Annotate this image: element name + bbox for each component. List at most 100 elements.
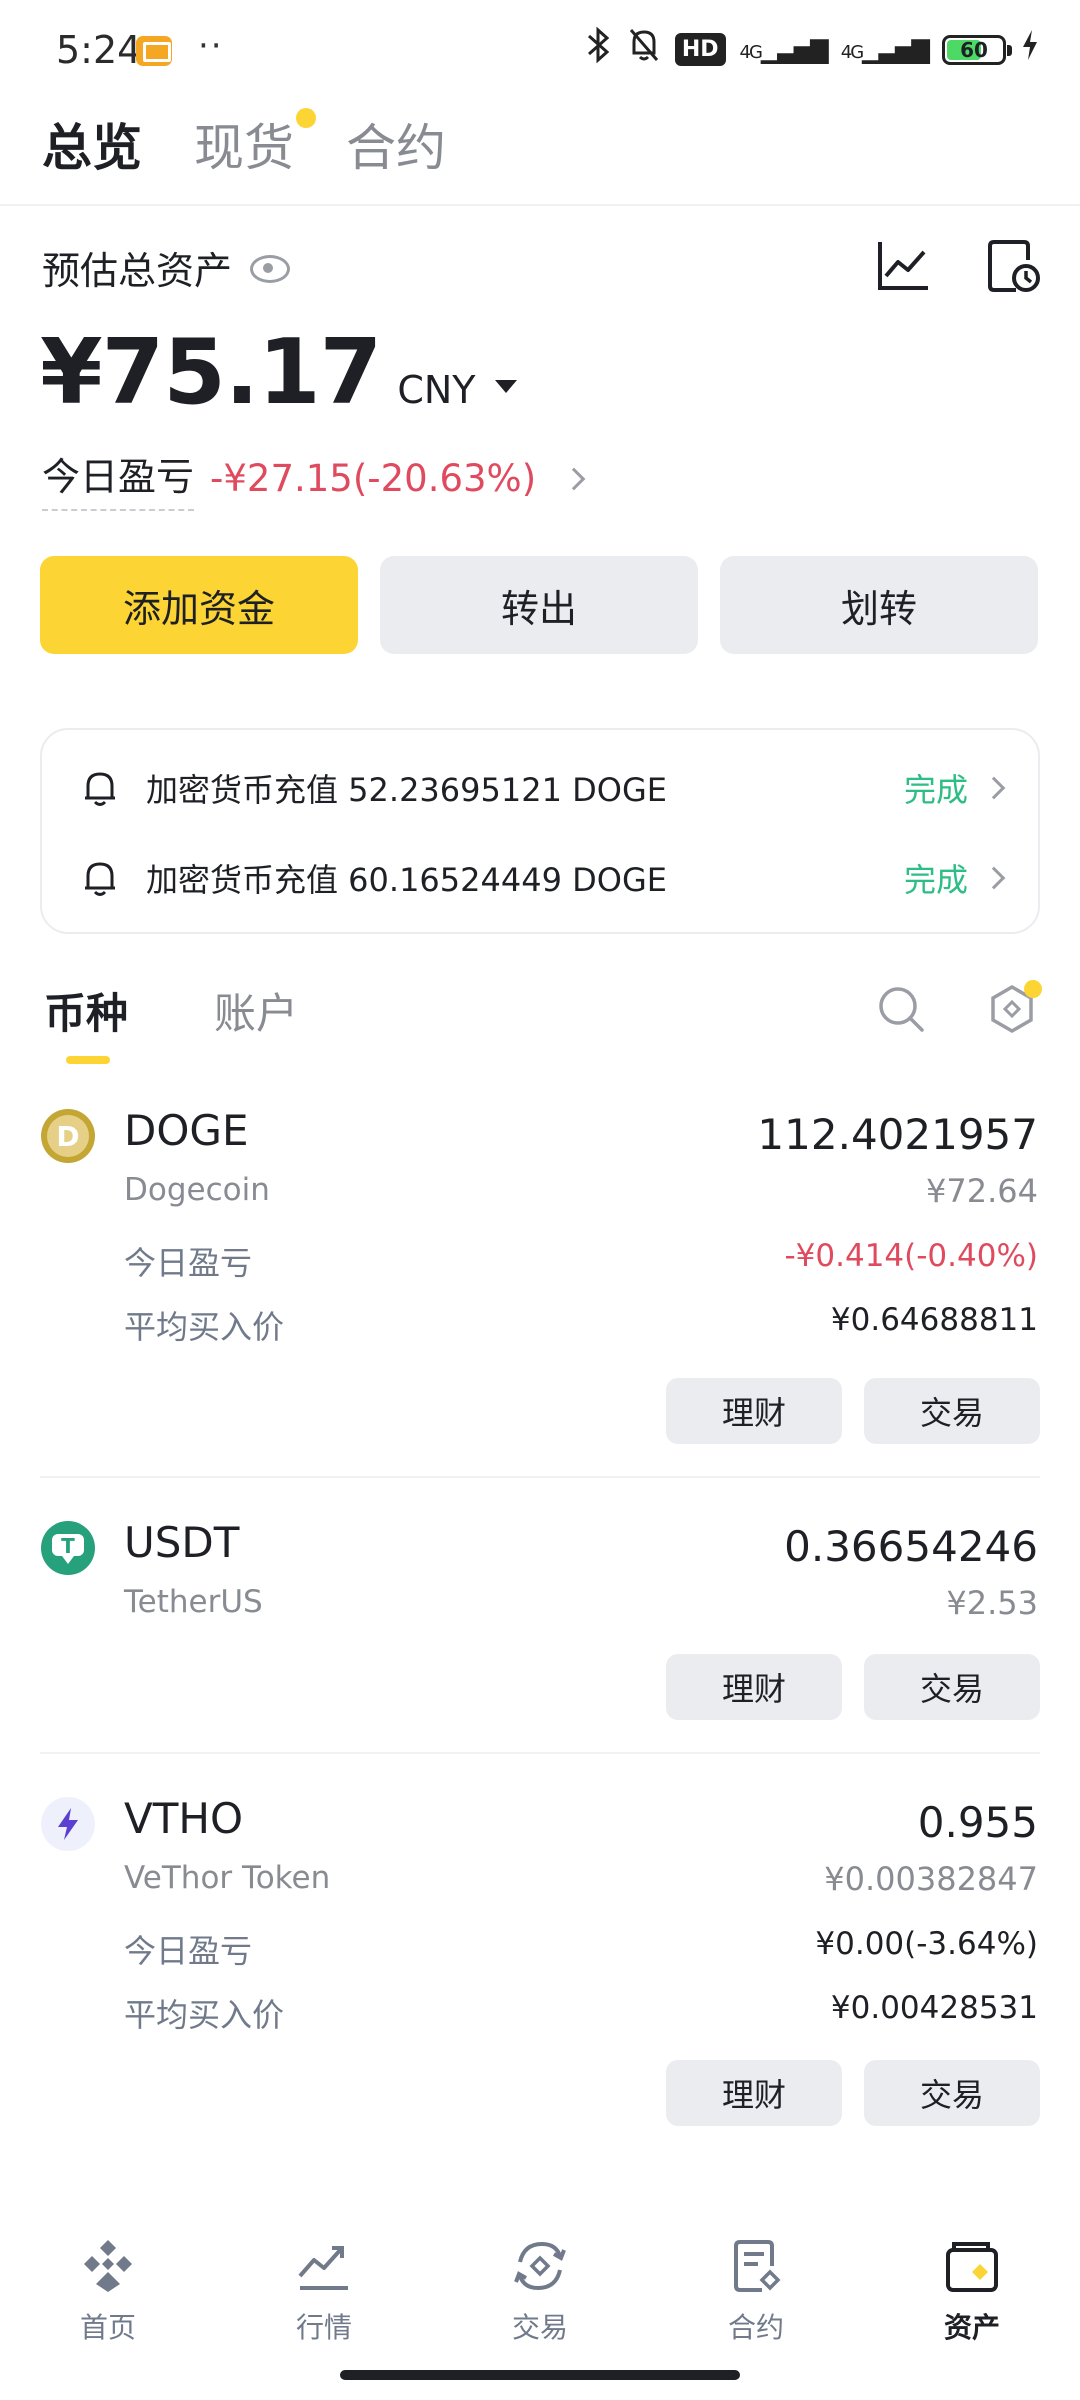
- notice-text: 加密货币充值 60.16524449 DOGE: [146, 861, 667, 899]
- chevron-right-icon: [562, 467, 586, 490]
- bell-icon: [85, 862, 115, 896]
- tab-spot-label: 现货: [194, 119, 294, 177]
- avg-price-value: ¥0.64688811: [830, 1302, 1038, 1338]
- bell-icon: [85, 772, 115, 806]
- add-funds-button[interactable]: 添加资金: [40, 556, 358, 654]
- estimated-total-label: 预估总资产: [42, 249, 233, 293]
- usdt-logo-icon: T: [41, 1521, 95, 1575]
- trade-button[interactable]: 交易: [864, 1654, 1040, 1720]
- nav-trade-label: 交易: [511, 2311, 568, 2344]
- today-pnl[interactable]: 今日盈亏 -¥27.15(-20.63%): [42, 446, 586, 511]
- coin-symbol: USDT: [124, 1518, 240, 1567]
- wallet-icon: [946, 2242, 998, 2292]
- charging-icon: [1020, 28, 1040, 71]
- currency-label: CNY: [397, 368, 476, 412]
- chart-analysis-icon[interactable]: [874, 236, 934, 296]
- tab-accounts[interactable]: 账户: [214, 980, 298, 1041]
- avg-price-value: ¥0.00428531: [830, 1990, 1038, 2026]
- search-icon[interactable]: [876, 984, 926, 1034]
- signal-icon-1: 4G▁▃▅▇: [739, 35, 829, 64]
- earn-button[interactable]: 理财: [666, 1378, 842, 1444]
- coin-name: VeThor Token: [124, 1860, 331, 1896]
- header-divider: [0, 204, 1080, 206]
- transfer-button[interactable]: 划转: [720, 556, 1038, 654]
- action-buttons: 添加资金 转出 划转: [40, 556, 1038, 654]
- coin-value: ¥0.00382847: [824, 1860, 1038, 1898]
- today-pnl-value: -¥27.15(-20.63%): [210, 457, 537, 500]
- svg-text:D: D: [56, 1120, 79, 1153]
- today-pnl-label: 今日盈亏: [124, 1244, 253, 1282]
- mail-notification-icon: [136, 36, 172, 66]
- notice-item[interactable]: 加密货币充值 52.23695121 DOGE 完成: [82, 758, 1006, 818]
- markets-icon: [298, 2246, 348, 2290]
- svg-text:T: T: [61, 1534, 75, 1558]
- futures-icon: [734, 2240, 781, 2292]
- top-tabs: 总览 现货 合约: [42, 108, 446, 180]
- bluetooth-icon: [585, 26, 613, 73]
- eye-icon[interactable]: [250, 254, 291, 283]
- settings-badge: [1024, 980, 1042, 998]
- withdraw-button[interactable]: 转出: [380, 556, 698, 654]
- row-divider: [40, 1476, 1040, 1478]
- row-divider: [40, 1752, 1040, 1754]
- home-icon: [84, 2240, 132, 2292]
- coin-amount: 112.4021957: [757, 1110, 1038, 1159]
- coin-symbol: VTHO: [124, 1794, 244, 1843]
- caret-down-icon[interactable]: [495, 380, 518, 393]
- more-notifications-icon: ··: [198, 26, 224, 66]
- nav-home[interactable]: 首页: [28, 2236, 188, 2366]
- today-pnl-value: ¥0.00(-3.64%): [815, 1926, 1038, 1962]
- coin-symbol: DOGE: [124, 1106, 249, 1155]
- today-pnl-label: 今日盈亏: [42, 446, 195, 511]
- avg-price-label: 平均买入价: [124, 1308, 285, 1346]
- hd-voice-icon: HD: [674, 33, 726, 66]
- battery-icon: 60: [942, 34, 1012, 65]
- coin-amount: 0.955: [917, 1798, 1038, 1847]
- avg-price-label: 平均买入价: [124, 1996, 285, 2034]
- history-icon[interactable]: [984, 236, 1044, 296]
- notice-text: 加密货币充值 52.23695121 DOGE: [146, 771, 667, 809]
- coin-value: ¥72.64: [926, 1172, 1038, 1210]
- currency-selector[interactable]: CNY: [397, 368, 475, 412]
- notice-status: 完成: [903, 861, 968, 899]
- tab-futures[interactable]: 合约: [346, 108, 446, 180]
- balance-amount: ¥75.17: [40, 320, 382, 425]
- home-indicator[interactable]: [340, 2370, 740, 2380]
- trade-button[interactable]: 交易: [864, 1378, 1040, 1444]
- trade-button[interactable]: 交易: [864, 2060, 1040, 2126]
- status-bar: 5:24 ·· HD 4G▁▃▅▇ 4G▁▃▅▇ 60: [0, 0, 1080, 100]
- chevron-right-icon: [982, 776, 1006, 800]
- nav-futures-label: 合约: [727, 2311, 784, 2344]
- doge-logo-icon: D: [41, 1109, 95, 1163]
- nav-home-label: 首页: [79, 2311, 136, 2344]
- nav-assets[interactable]: 资产: [892, 2236, 1052, 2366]
- tab-coins[interactable]: 币种: [44, 980, 128, 1064]
- status-time: 5:24: [56, 28, 142, 72]
- total-balance: ¥75.17 CNY: [40, 320, 518, 425]
- nav-markets[interactable]: 行情: [244, 2236, 404, 2366]
- vtho-logo-icon: [41, 1797, 95, 1851]
- today-pnl-value: -¥0.414(-0.40%): [784, 1238, 1038, 1274]
- tab-spot[interactable]: 现货: [194, 108, 316, 180]
- today-pnl-label: 今日盈亏: [124, 1932, 253, 1970]
- signal-icon-2: 4G▁▃▅▇: [840, 35, 930, 64]
- nav-markets-label: 行情: [295, 2311, 352, 2344]
- trade-icon: [514, 2241, 566, 2291]
- earn-button[interactable]: 理财: [666, 1654, 842, 1720]
- bottom-nav: 首页 行情 交易 合约 资产: [0, 2236, 1080, 2366]
- earn-button[interactable]: 理财: [666, 2060, 842, 2126]
- asset-tabs: 币种 账户: [44, 980, 298, 1064]
- deposit-notices: 加密货币充值 52.23695121 DOGE 完成 加密货币充值 60.165…: [40, 728, 1040, 934]
- tab-overview[interactable]: 总览: [42, 108, 142, 180]
- nav-trade[interactable]: 交易: [460, 2236, 620, 2366]
- coin-amount: 0.36654246: [784, 1522, 1038, 1571]
- coin-name: Dogecoin: [124, 1172, 270, 1208]
- nav-assets-label: 资产: [943, 2311, 1000, 2344]
- coin-value: ¥2.53: [946, 1584, 1038, 1622]
- status-icons: HD 4G▁▃▅▇ 4G▁▃▅▇ 60: [585, 26, 1040, 73]
- notice-item[interactable]: 加密货币充值 60.16524449 DOGE 完成: [82, 848, 1006, 908]
- notice-status: 完成: [903, 771, 968, 809]
- coin-name: TetherUS: [124, 1584, 263, 1620]
- nav-futures[interactable]: 合约: [676, 2236, 836, 2366]
- silent-bell-icon: [627, 26, 661, 73]
